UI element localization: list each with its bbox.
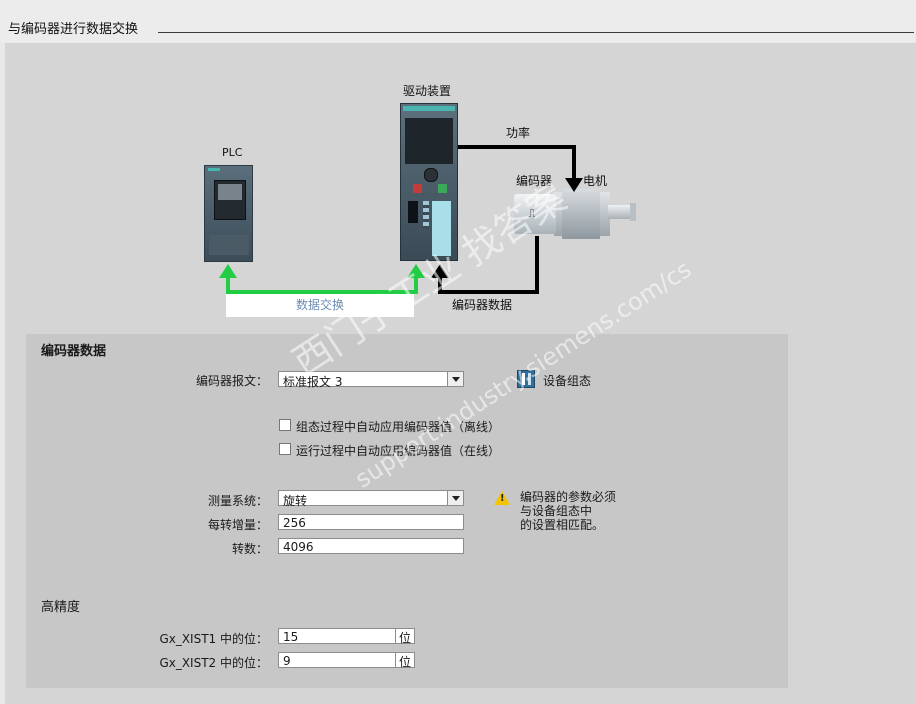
increments-input[interactable]: 256: [278, 514, 464, 530]
telegram-label: 编码器报文：: [195, 374, 268, 388]
auto-apply-offline-checkbox[interactable]: [279, 419, 291, 431]
xist2-input[interactable]: 9 位: [278, 652, 415, 669]
revolutions-label: 转数：: [231, 542, 268, 556]
power-arrowhead: [565, 178, 583, 192]
warning-icon: [494, 491, 510, 505]
revolutions-input[interactable]: 4096: [278, 538, 464, 554]
precision-title: 高精度: [41, 600, 81, 615]
xist2-value: 9: [283, 654, 291, 668]
xist1-label: Gx_XIST1 中的位：: [159, 632, 268, 646]
warning-text: 编码器的参数必须 与设备组态中 的设置相匹配。: [520, 490, 617, 532]
increments-label: 每转增量：: [207, 518, 268, 532]
chevron-down-icon[interactable]: [447, 372, 463, 386]
power-line: [458, 145, 576, 180]
xist1-input[interactable]: 15 位: [278, 628, 415, 645]
auto-apply-online-checkbox[interactable]: [279, 443, 291, 455]
encoder-data-title: 编码器数据: [41, 344, 107, 359]
xist2-label: Gx_XIST2 中的位：: [159, 656, 268, 670]
xist1-value: 15: [283, 630, 299, 644]
xist1-unit: 位: [395, 629, 414, 645]
plc-arrowhead: [219, 264, 237, 278]
xist2-unit: 位: [395, 653, 414, 669]
chevron-down-icon[interactable]: [447, 491, 463, 505]
measuring-system-label: 测量系统：: [207, 494, 268, 508]
device-config-link[interactable]: 设备组态: [543, 372, 591, 389]
revolutions-value: 4096: [283, 540, 314, 554]
increments-value: 256: [283, 516, 306, 530]
measuring-system-value: 旋转: [283, 494, 308, 508]
measuring-system-select[interactable]: 旋转: [278, 490, 464, 508]
